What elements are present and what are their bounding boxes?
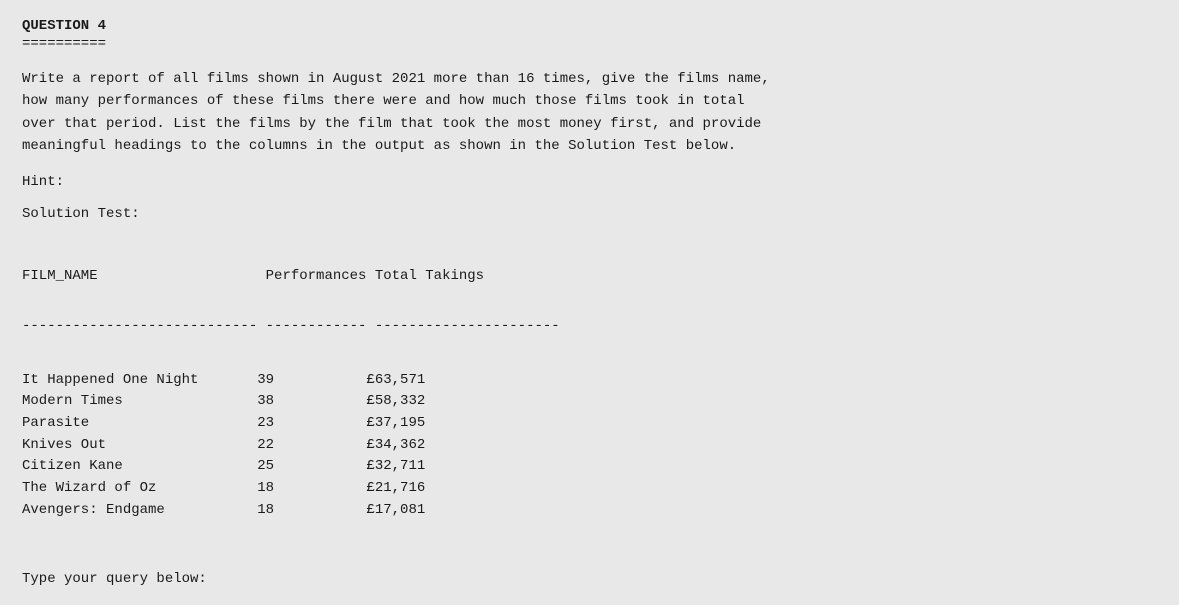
table-row: It Happened One Night 39 £63,571 bbox=[22, 370, 1157, 392]
description-line-4: meaningful headings to the columns in th… bbox=[22, 138, 736, 154]
type-query-label: Type your query below: bbox=[22, 571, 1157, 587]
description-line-2: how many performances of these films the… bbox=[22, 93, 745, 109]
table-row: Avengers: Endgame 18 £17,081 bbox=[22, 500, 1157, 522]
table-row: Parasite 23 £37,195 bbox=[22, 413, 1157, 435]
table-row: The Wizard of Oz 18 £21,716 bbox=[22, 478, 1157, 500]
description-line-1: Write a report of all films shown in Aug… bbox=[22, 71, 770, 87]
table-row: Modern Times 38 £58,332 bbox=[22, 391, 1157, 413]
question-container: QUESTION 4 ========== Write a report of … bbox=[22, 18, 1157, 587]
solution-table: FILM_NAME Performances Total Takings ---… bbox=[22, 236, 1157, 554]
table-header: FILM_NAME Performances Total Takings bbox=[22, 268, 1157, 284]
question-title: QUESTION 4 bbox=[22, 18, 1157, 34]
solution-label: Solution Test: bbox=[22, 206, 1157, 222]
table-divider: ---------------------------- -----------… bbox=[22, 318, 1157, 334]
separator: ========== bbox=[22, 36, 1157, 52]
table-rows: It Happened One Night 39 £63,571Modern T… bbox=[22, 370, 1157, 522]
description: Write a report of all films shown in Aug… bbox=[22, 68, 1002, 158]
description-line-3: over that period. List the films by the … bbox=[22, 116, 761, 132]
table-row: Citizen Kane 25 £32,711 bbox=[22, 456, 1157, 478]
table-row: Knives Out 22 £34,362 bbox=[22, 435, 1157, 457]
hint-label: Hint: bbox=[22, 174, 1157, 190]
